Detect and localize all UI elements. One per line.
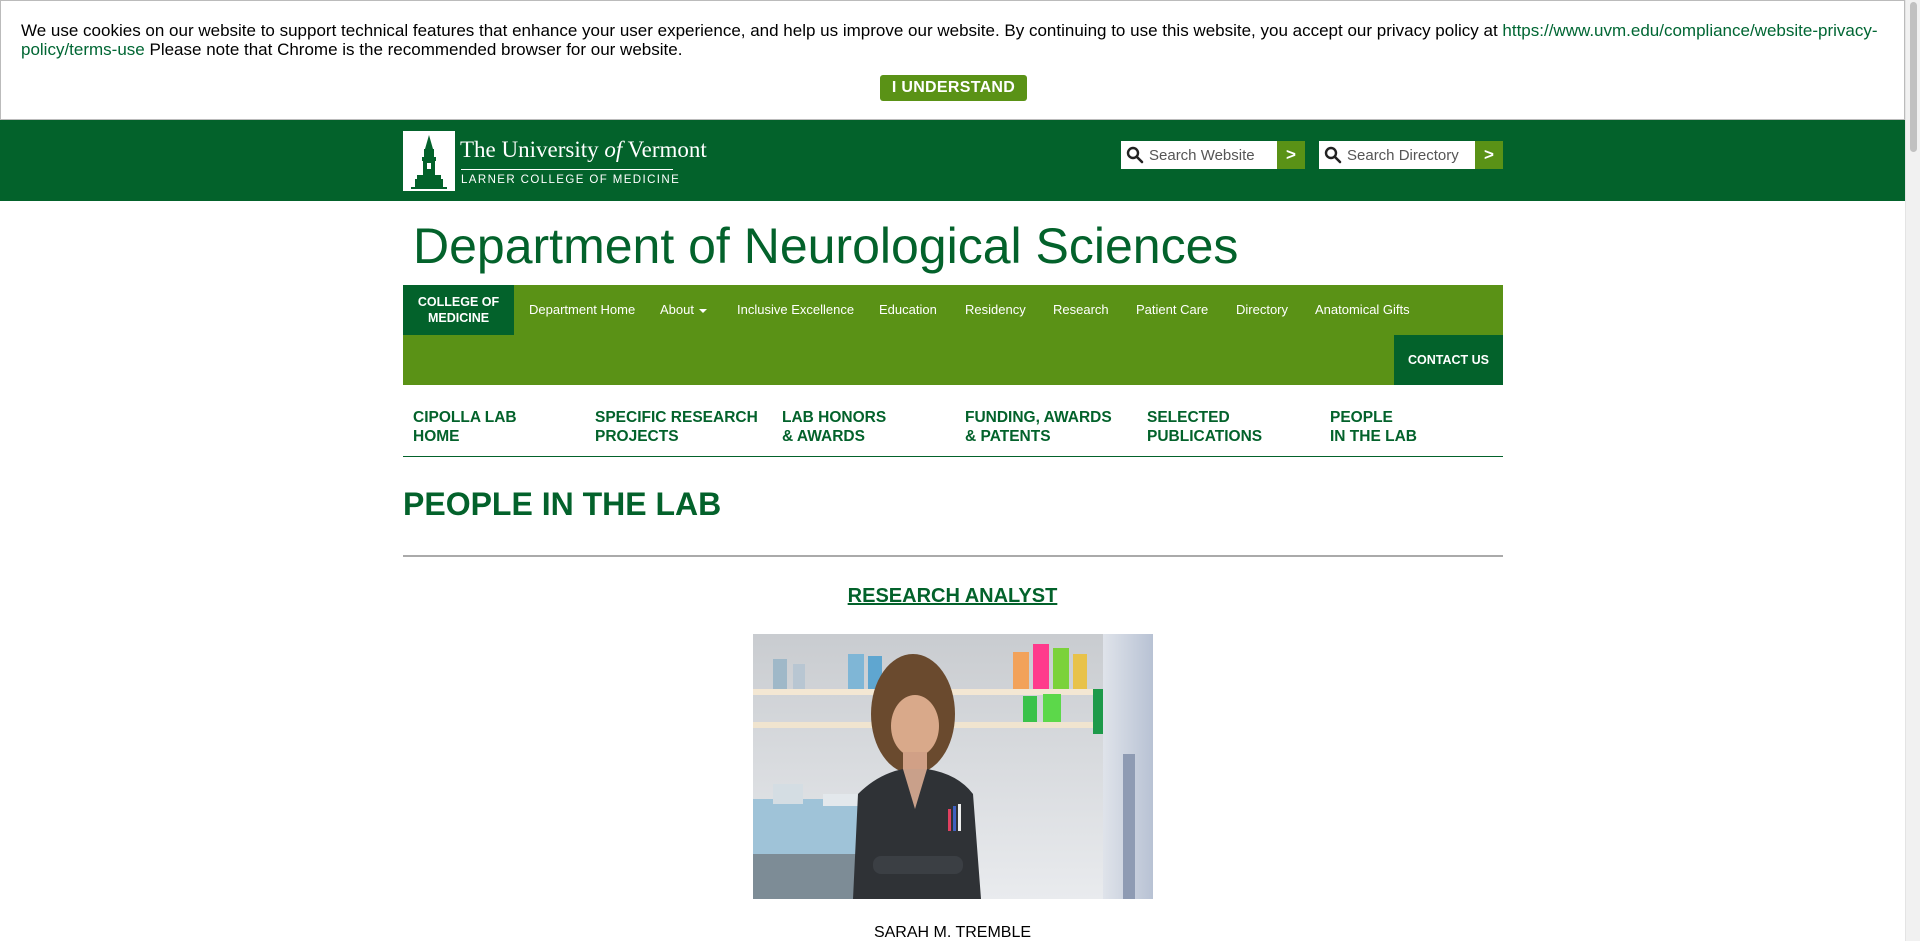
university-name: The University of Vermont	[460, 137, 707, 163]
search-directory: >	[1319, 141, 1503, 169]
subnav-lab-honors-awards[interactable]: LAB HONORS & AWARDS	[782, 408, 952, 446]
subnav-line: CIPOLLA LAB	[413, 409, 517, 426]
subnav-funding-awards-patents[interactable]: FUNDING, AWARDS & PATENTS	[965, 408, 1135, 446]
cookie-banner: We use cookies on our website to support…	[0, 0, 1905, 120]
search-website: >	[1121, 141, 1305, 169]
logo-name-part: The University	[460, 137, 605, 162]
subnav-line: & PATENTS	[965, 428, 1051, 445]
divider	[403, 555, 1503, 557]
subnav-line: PEOPLE	[1330, 409, 1393, 426]
person-photo	[753, 634, 1153, 899]
logo-name-part: Vermont	[622, 137, 707, 162]
nav-anatomical-gifts[interactable]: Anatomical Gifts	[1315, 285, 1410, 335]
subnav-line: & AWARDS	[782, 428, 865, 445]
cookie-text: We use cookies on our website to support…	[21, 21, 1503, 40]
cookie-message: We use cookies on our website to support…	[21, 21, 1881, 59]
scrollbar-thumb[interactable]	[1910, 2, 1917, 152]
college-name: LARNER COLLEGE OF MEDICINE	[461, 174, 681, 186]
i-understand-button[interactable]: I UNDERSTAND	[880, 75, 1027, 101]
subnav-line: SPECIFIC RESEARCH	[595, 409, 758, 426]
nav-directory[interactable]: Directory	[1236, 285, 1288, 335]
subnav-line: SELECTED	[1147, 409, 1230, 426]
subnav-line: IN THE LAB	[1330, 428, 1417, 445]
nav-patient-care[interactable]: Patient Care	[1136, 285, 1208, 335]
subnav-line: PROJECTS	[595, 428, 679, 445]
logo-name-of: of	[604, 137, 623, 162]
subnav-specific-research-projects[interactable]: SPECIFIC RESEARCH PROJECTS	[595, 408, 765, 446]
nav-inclusive-excellence[interactable]: Inclusive Excellence	[737, 285, 854, 335]
search-icon	[1324, 146, 1342, 164]
bell-tower-icon	[403, 131, 455, 191]
search-website-input[interactable]	[1149, 144, 1271, 166]
subnav-line: HOME	[413, 428, 460, 445]
nav-about-label: About	[660, 302, 694, 317]
section-heading-research-analyst[interactable]: RESEARCH ANALYST	[0, 585, 1905, 608]
nav-college-of-medicine[interactable]: COLLEGE OF MEDICINE	[403, 285, 514, 335]
main-nav: COLLEGE OF MEDICINE Department Home Abou…	[403, 285, 1503, 385]
nav-department-home[interactable]: Department Home	[529, 285, 635, 335]
department-title[interactable]: Department of Neurological Sciences	[413, 217, 1238, 275]
contact-us-button[interactable]: CONTACT US	[1394, 335, 1503, 385]
subnav-cipolla-lab-home[interactable]: CIPOLLA LAB HOME	[413, 408, 583, 446]
nav-residency[interactable]: Residency	[965, 285, 1026, 335]
person-name: SARAH M. TREMBLE	[873, 924, 1032, 941]
cookie-text-after: Please note that Chrome is the recommend…	[144, 40, 683, 59]
logo-divider	[461, 169, 673, 170]
vertical-scrollbar[interactable]	[1905, 0, 1920, 941]
site-header: The University of Vermont LARNER COLLEGE…	[0, 120, 1905, 201]
subnav-selected-publications[interactable]: SELECTED PUBLICATIONS	[1147, 408, 1317, 446]
caret-down-icon	[698, 308, 707, 313]
subnav-line: PUBLICATIONS	[1147, 428, 1263, 445]
subnav-line: LAB HONORS	[782, 409, 887, 426]
subnav-people-in-the-lab[interactable]: PEOPLE IN THE LAB	[1330, 408, 1500, 446]
search-website-submit[interactable]: >	[1277, 141, 1305, 169]
nav-college-label: COLLEGE OF MEDICINE	[417, 295, 500, 325]
search-icon	[1126, 146, 1144, 164]
nav-education[interactable]: Education	[879, 285, 937, 335]
nav-about[interactable]: About	[660, 285, 707, 335]
search-directory-submit[interactable]: >	[1475, 141, 1503, 169]
page-title: PEOPLE IN THE LAB	[403, 486, 722, 522]
uvm-logo[interactable]: The University of Vermont LARNER COLLEGE…	[403, 131, 707, 191]
subnav-line: FUNDING, AWARDS	[965, 409, 1112, 426]
nav-research[interactable]: Research	[1053, 285, 1109, 335]
search-directory-input[interactable]	[1347, 144, 1469, 166]
lab-subnav: CIPOLLA LAB HOME SPECIFIC RESEARCH PROJECT…	[403, 398, 1503, 457]
